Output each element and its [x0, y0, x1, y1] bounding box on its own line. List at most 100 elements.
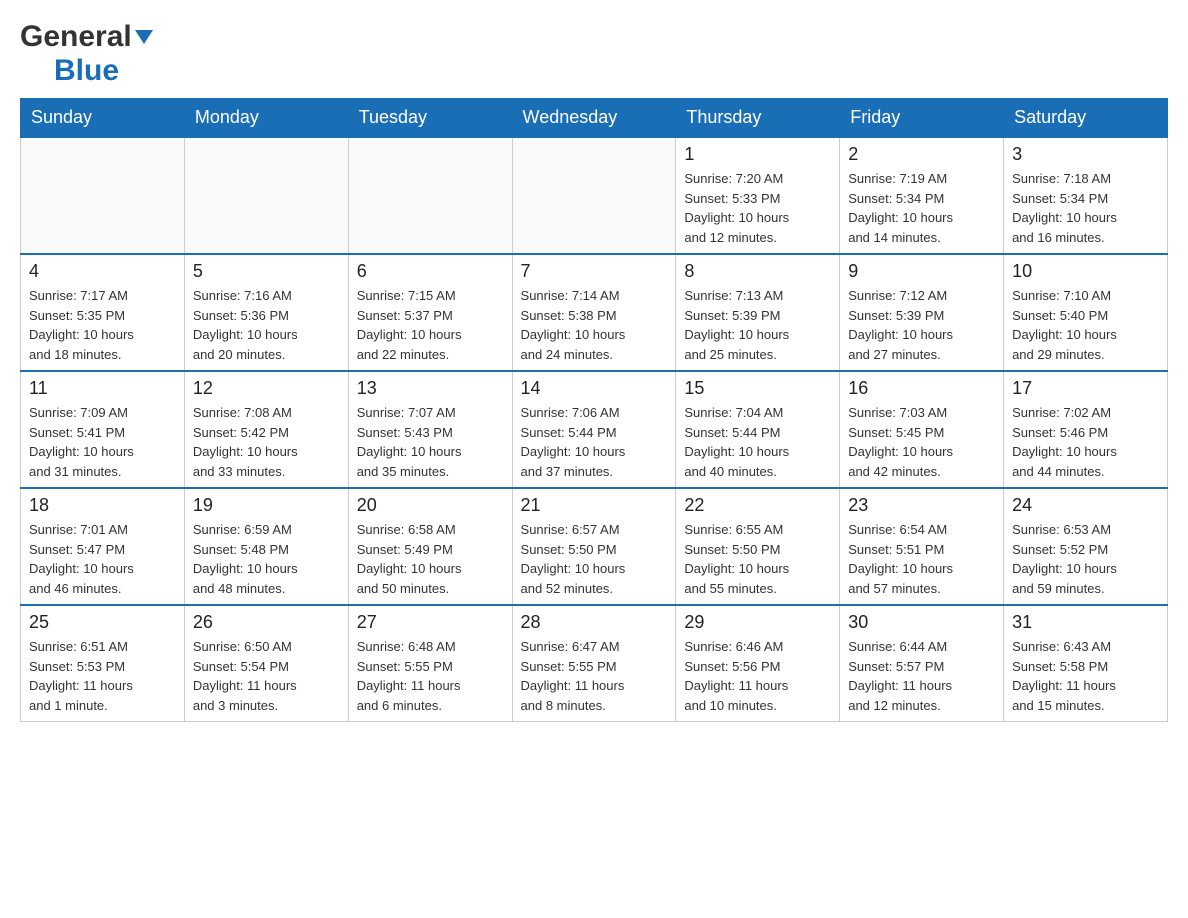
day-number: 1 — [684, 144, 831, 165]
calendar-cell: 2 Sunrise: 7:19 AM Sunset: 5:34 PM Daylig… — [840, 137, 1004, 254]
calendar-cell: 16 Sunrise: 7:03 AM Sunset: 5:45 PM Dayli… — [840, 371, 1004, 488]
day-info: Sunrise: 7:13 AM Sunset: 5:39 PM Dayligh… — [684, 286, 831, 364]
day-info: Sunrise: 7:18 AM Sunset: 5:34 PM Dayligh… — [1012, 169, 1159, 247]
page-header: General Blue — [20, 20, 1168, 88]
calendar-week-row: 11 Sunrise: 7:09 AM Sunset: 5:41 PM Dayli… — [21, 371, 1168, 488]
day-info: Sunrise: 7:20 AM Sunset: 5:33 PM Dayligh… — [684, 169, 831, 247]
calendar-cell: 4 Sunrise: 7:17 AM Sunset: 5:35 PM Daylig… — [21, 254, 185, 371]
day-number: 8 — [684, 261, 831, 282]
calendar-cell: 27Sunrise: 6:48 AM Sunset: 5:55 PM Dayli… — [348, 605, 512, 722]
day-number: 29 — [684, 612, 831, 633]
col-tuesday: Tuesday — [348, 99, 512, 138]
day-info: Sunrise: 6:47 AM Sunset: 5:55 PM Dayligh… — [521, 637, 668, 715]
day-info: Sunrise: 7:06 AM Sunset: 5:44 PM Dayligh… — [521, 403, 668, 481]
day-number: 18 — [29, 495, 176, 516]
day-number: 3 — [1012, 144, 1159, 165]
day-number: 27 — [357, 612, 504, 633]
day-number: 13 — [357, 378, 504, 399]
calendar-cell: 12Sunrise: 7:08 AM Sunset: 5:42 PM Dayli… — [184, 371, 348, 488]
calendar-week-row: 4 Sunrise: 7:17 AM Sunset: 5:35 PM Daylig… — [21, 254, 1168, 371]
calendar-cell: 26 Sunrise: 6:50 AM Sunset: 5:54 PM Dayli… — [184, 605, 348, 722]
day-info: Sunrise: 6:55 AM Sunset: 5:50 PM Dayligh… — [684, 520, 831, 598]
day-number: 19 — [193, 495, 340, 516]
calendar-cell: 11 Sunrise: 7:09 AM Sunset: 5:41 PM Dayli… — [21, 371, 185, 488]
calendar-cell: 19 Sunrise: 6:59 AM Sunset: 5:48 PM Dayli… — [184, 488, 348, 605]
day-info: Sunrise: 7:04 AM Sunset: 5:44 PM Dayligh… — [684, 403, 831, 481]
logo-triangle-icon — [132, 26, 153, 49]
calendar-cell: 18 Sunrise: 7:01 AM Sunset: 5:47 PM Dayli… — [21, 488, 185, 605]
day-number: 26 — [193, 612, 340, 633]
logo-blue-text: Blue — [54, 54, 119, 87]
day-number: 28 — [521, 612, 668, 633]
day-info: Sunrise: 6:50 AM Sunset: 5:54 PM Dayligh… — [193, 637, 340, 715]
day-info: Sunrise: 6:59 AM Sunset: 5:48 PM Dayligh… — [193, 520, 340, 598]
calendar-cell: 1 Sunrise: 7:20 AM Sunset: 5:33 PM Daylig… — [676, 137, 840, 254]
day-number: 10 — [1012, 261, 1159, 282]
calendar-cell: 7 Sunrise: 7:14 AM Sunset: 5:38 PM Daylig… — [512, 254, 676, 371]
day-info: Sunrise: 6:58 AM Sunset: 5:49 PM Dayligh… — [357, 520, 504, 598]
calendar-cell: 8 Sunrise: 7:13 AM Sunset: 5:39 PM Daylig… — [676, 254, 840, 371]
day-info: Sunrise: 7:09 AM Sunset: 5:41 PM Dayligh… — [29, 403, 176, 481]
day-info: Sunrise: 6:43 AM Sunset: 5:58 PM Dayligh… — [1012, 637, 1159, 715]
calendar-cell: 24Sunrise: 6:53 AM Sunset: 5:52 PM Dayli… — [1004, 488, 1168, 605]
calendar-week-row: 1 Sunrise: 7:20 AM Sunset: 5:33 PM Daylig… — [21, 137, 1168, 254]
day-info: Sunrise: 6:46 AM Sunset: 5:56 PM Dayligh… — [684, 637, 831, 715]
day-info: Sunrise: 6:57 AM Sunset: 5:50 PM Dayligh… — [521, 520, 668, 598]
day-number: 11 — [29, 378, 176, 399]
calendar-cell: 28 Sunrise: 6:47 AM Sunset: 5:55 PM Dayli… — [512, 605, 676, 722]
calendar-cell: 6 Sunrise: 7:15 AM Sunset: 5:37 PM Daylig… — [348, 254, 512, 371]
calendar-cell: 30 Sunrise: 6:44 AM Sunset: 5:57 PM Dayli… — [840, 605, 1004, 722]
calendar-cell: 23Sunrise: 6:54 AM Sunset: 5:51 PM Dayli… — [840, 488, 1004, 605]
col-saturday: Saturday — [1004, 99, 1168, 138]
day-info: Sunrise: 7:01 AM Sunset: 5:47 PM Dayligh… — [29, 520, 176, 598]
day-info: Sunrise: 7:15 AM Sunset: 5:37 PM Dayligh… — [357, 286, 504, 364]
day-number: 9 — [848, 261, 995, 282]
calendar-week-row: 25 Sunrise: 6:51 AM Sunset: 5:53 PM Dayli… — [21, 605, 1168, 722]
day-info: Sunrise: 7:19 AM Sunset: 5:34 PM Dayligh… — [848, 169, 995, 247]
day-number: 21 — [521, 495, 668, 516]
day-info: Sunrise: 7:17 AM Sunset: 5:35 PM Dayligh… — [29, 286, 176, 364]
calendar-cell: 31 Sunrise: 6:43 AM Sunset: 5:58 PM Dayli… — [1004, 605, 1168, 722]
day-number: 17 — [1012, 378, 1159, 399]
day-info: Sunrise: 6:51 AM Sunset: 5:53 PM Dayligh… — [29, 637, 176, 715]
calendar-cell: 21 Sunrise: 6:57 AM Sunset: 5:50 PM Dayli… — [512, 488, 676, 605]
day-info: Sunrise: 7:14 AM Sunset: 5:38 PM Dayligh… — [521, 286, 668, 364]
day-info: Sunrise: 7:12 AM Sunset: 5:39 PM Dayligh… — [848, 286, 995, 364]
calendar-cell: 20Sunrise: 6:58 AM Sunset: 5:49 PM Dayli… — [348, 488, 512, 605]
calendar-cell: 22Sunrise: 6:55 AM Sunset: 5:50 PM Dayli… — [676, 488, 840, 605]
day-info: Sunrise: 6:53 AM Sunset: 5:52 PM Dayligh… — [1012, 520, 1159, 598]
day-number: 2 — [848, 144, 995, 165]
calendar-cell: 29 Sunrise: 6:46 AM Sunset: 5:56 PM Dayli… — [676, 605, 840, 722]
day-info: Sunrise: 7:03 AM Sunset: 5:45 PM Dayligh… — [848, 403, 995, 481]
col-thursday: Thursday — [676, 99, 840, 138]
calendar-cell: 13 Sunrise: 7:07 AM Sunset: 5:43 PM Dayli… — [348, 371, 512, 488]
calendar-cell — [184, 137, 348, 254]
day-info: Sunrise: 7:16 AM Sunset: 5:36 PM Dayligh… — [193, 286, 340, 364]
col-monday: Monday — [184, 99, 348, 138]
day-info: Sunrise: 7:02 AM Sunset: 5:46 PM Dayligh… — [1012, 403, 1159, 481]
day-number: 30 — [848, 612, 995, 633]
day-number: 4 — [29, 261, 176, 282]
day-info: Sunrise: 7:07 AM Sunset: 5:43 PM Dayligh… — [357, 403, 504, 481]
day-number: 23 — [848, 495, 995, 516]
calendar-cell — [512, 137, 676, 254]
day-info: Sunrise: 7:08 AM Sunset: 5:42 PM Dayligh… — [193, 403, 340, 481]
day-info: Sunrise: 7:10 AM Sunset: 5:40 PM Dayligh… — [1012, 286, 1159, 364]
day-number: 6 — [357, 261, 504, 282]
calendar-cell: 17 Sunrise: 7:02 AM Sunset: 5:46 PM Dayli… — [1004, 371, 1168, 488]
day-number: 7 — [521, 261, 668, 282]
calendar-week-row: 18 Sunrise: 7:01 AM Sunset: 5:47 PM Dayli… — [21, 488, 1168, 605]
day-number: 14 — [521, 378, 668, 399]
col-friday: Friday — [840, 99, 1004, 138]
calendar-header-row: Sunday Monday Tuesday Wednesday Thursday… — [21, 99, 1168, 138]
calendar-cell: 14 Sunrise: 7:06 AM Sunset: 5:44 PM Dayli… — [512, 371, 676, 488]
calendar-table: Sunday Monday Tuesday Wednesday Thursday… — [20, 98, 1168, 722]
day-number: 31 — [1012, 612, 1159, 633]
calendar-cell — [348, 137, 512, 254]
day-info: Sunrise: 6:44 AM Sunset: 5:57 PM Dayligh… — [848, 637, 995, 715]
day-number: 25 — [29, 612, 176, 633]
col-wednesday: Wednesday — [512, 99, 676, 138]
calendar-cell: 9 Sunrise: 7:12 AM Sunset: 5:39 PM Daylig… — [840, 254, 1004, 371]
calendar-cell: 5Sunrise: 7:16 AM Sunset: 5:36 PM Daylig… — [184, 254, 348, 371]
day-number: 16 — [848, 378, 995, 399]
